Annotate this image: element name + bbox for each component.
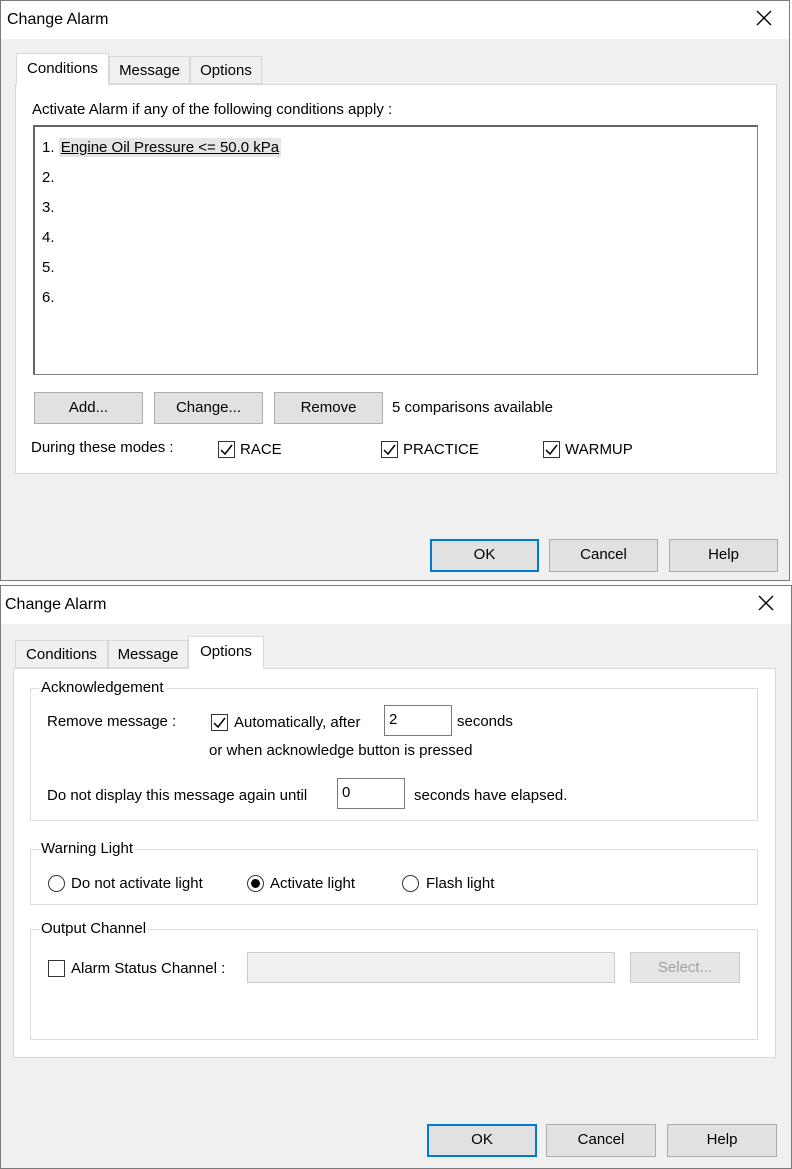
tab-message[interactable]: Message — [108, 640, 188, 668]
radio-selected-icon — [251, 879, 260, 888]
flash-light-label: Flash light — [426, 875, 495, 892]
checkbox-checked-icon — [213, 717, 226, 729]
tab-options[interactable]: Options — [190, 56, 262, 84]
change-button[interactable]: Change... — [154, 392, 263, 424]
automatically-checkbox[interactable] — [211, 714, 228, 731]
elapsed-seconds-input[interactable]: 0 — [337, 778, 405, 809]
remove-button[interactable]: Remove — [274, 392, 383, 424]
list-item[interactable]: 3. — [42, 199, 55, 216]
or-acknowledge-label: or when acknowledge button is pressed — [209, 742, 473, 759]
seconds-label: seconds — [457, 713, 513, 730]
output-channel-group: Output Channel Alarm Status Channel : Se… — [30, 920, 758, 1040]
list-item[interactable]: 1. Engine Oil Pressure <= 50.0 kPa — [42, 138, 282, 157]
list-item[interactable]: 4. — [42, 229, 55, 246]
condition-text: Engine Oil Pressure <= 50.0 kPa — [58, 138, 282, 157]
list-item[interactable]: 6. — [42, 289, 55, 306]
do-not-display-label: Do not display this message again until — [47, 787, 308, 804]
acknowledgement-legend: Acknowledgement — [39, 679, 166, 696]
acknowledgement-group: Acknowledgement Remove message : Automat… — [30, 679, 758, 821]
flash-light-radio[interactable] — [402, 875, 419, 892]
list-item[interactable]: 2. — [42, 169, 55, 186]
remove-message-label: Remove message : — [47, 713, 177, 730]
options-panel: Acknowledgement Remove message : Automat… — [13, 668, 776, 1058]
ok-button[interactable]: OK — [430, 539, 539, 572]
title-bar: Change Alarm — [1, 1, 789, 39]
activate-light-radio[interactable] — [247, 875, 264, 892]
automatically-label: Automatically, after — [234, 714, 361, 731]
tab-message[interactable]: Message — [109, 56, 190, 84]
cancel-button[interactable]: Cancel — [546, 1124, 656, 1157]
tab-options[interactable]: Options — [188, 636, 264, 669]
practice-label: PRACTICE — [403, 441, 479, 458]
change-alarm-dialog-options: Change Alarm Conditions Message Options … — [0, 585, 792, 1169]
add-button[interactable]: Add... — [34, 392, 143, 424]
checkbox-checked-icon — [383, 444, 396, 456]
conditions-list[interactable]: 1. Engine Oil Pressure <= 50.0 kPa 2. 3.… — [33, 125, 758, 375]
warning-light-group: Warning Light Do not activate light Acti… — [30, 840, 758, 905]
practice-checkbox[interactable] — [381, 441, 398, 458]
close-icon[interactable] — [753, 7, 775, 29]
seconds-input[interactable]: 2 — [384, 705, 452, 736]
checkbox-checked-icon — [545, 444, 558, 456]
alarm-status-label: Alarm Status Channel : — [71, 960, 226, 977]
modes-label: During these modes : — [31, 439, 174, 456]
help-button[interactable]: Help — [669, 539, 778, 572]
instruction-label: Activate Alarm if any of the following c… — [32, 101, 393, 118]
output-channel-legend: Output Channel — [39, 920, 149, 937]
cancel-button[interactable]: Cancel — [549, 539, 658, 572]
warning-light-legend: Warning Light — [39, 840, 135, 857]
ok-button[interactable]: OK — [427, 1124, 537, 1157]
channel-input[interactable] — [247, 952, 615, 983]
warmup-label: WARMUP — [565, 441, 633, 458]
comparisons-available-label: 5 comparisons available — [392, 399, 553, 416]
change-alarm-dialog-conditions: Change Alarm Conditions Message Options … — [0, 0, 790, 581]
dialog-title: Change Alarm — [7, 11, 109, 28]
tab-conditions[interactable]: Conditions — [15, 640, 108, 668]
list-item[interactable]: 5. — [42, 259, 55, 276]
do-not-activate-radio[interactable] — [48, 875, 65, 892]
warmup-checkbox[interactable] — [543, 441, 560, 458]
alarm-status-checkbox[interactable] — [48, 960, 65, 977]
dialog-title: Change Alarm — [5, 596, 107, 613]
title-bar: Change Alarm — [1, 586, 791, 624]
tab-conditions[interactable]: Conditions — [16, 53, 109, 86]
conditions-panel: Activate Alarm if any of the following c… — [15, 84, 777, 474]
checkbox-checked-icon — [220, 444, 233, 456]
race-label: RACE — [240, 441, 282, 458]
close-icon[interactable] — [755, 592, 777, 614]
select-button[interactable]: Select... — [630, 952, 740, 983]
help-button[interactable]: Help — [667, 1124, 777, 1157]
race-checkbox[interactable] — [218, 441, 235, 458]
do-not-activate-label: Do not activate light — [71, 875, 203, 892]
activate-light-label: Activate light — [270, 875, 356, 892]
seconds-elapsed-label: seconds have elapsed. — [414, 787, 568, 804]
